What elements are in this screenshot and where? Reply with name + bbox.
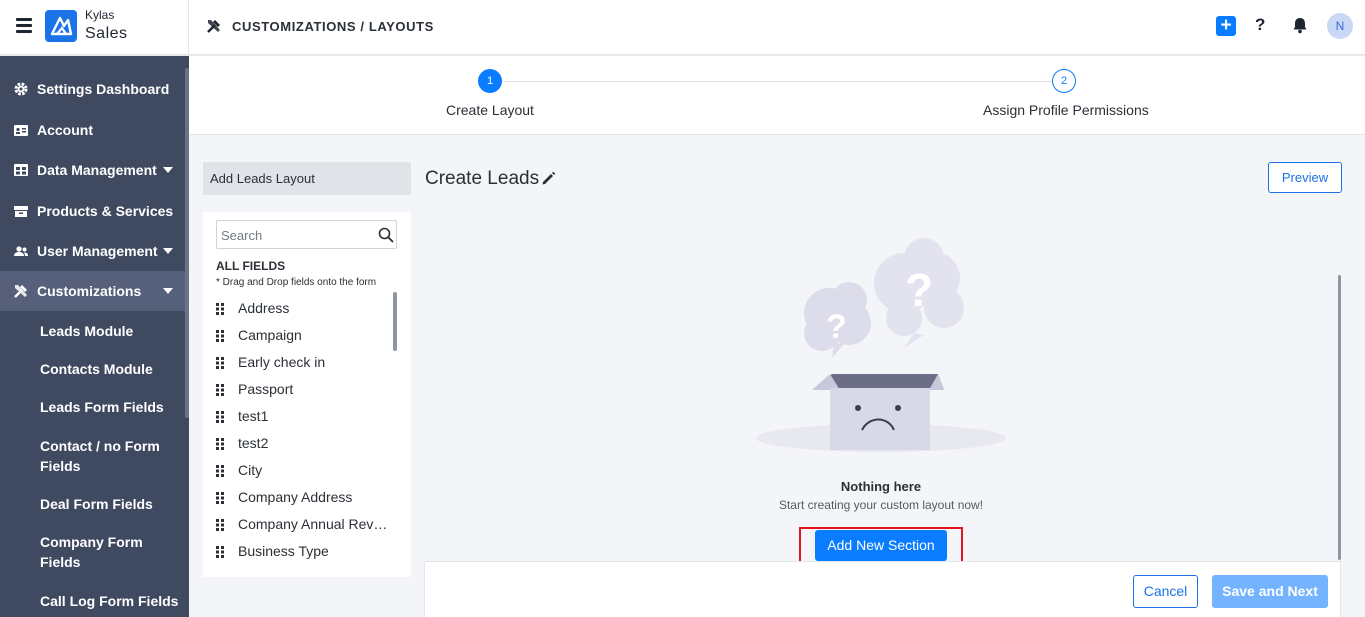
search-input[interactable] (221, 226, 371, 244)
help-icon[interactable]: ? (1255, 15, 1265, 35)
sidebar-item-label: Data Management (37, 162, 157, 178)
drag-handle-icon[interactable] (216, 491, 225, 504)
kylas-logo[interactable] (45, 10, 77, 42)
tools-icon (13, 283, 29, 299)
field-item-company-annual-revenue[interactable]: Company Annual Reve... (215, 516, 390, 538)
field-item-company-address[interactable]: Company Address (215, 489, 390, 511)
pencil-edit-icon[interactable] (541, 171, 556, 186)
add-new-section-button[interactable]: Add New Section (815, 530, 947, 561)
users-icon (13, 243, 29, 259)
field-item-early-check-in[interactable]: Early check in (215, 354, 390, 376)
form-footer: Cancel Save and Next (424, 561, 1341, 617)
field-item-business-type[interactable]: Business Type (215, 543, 390, 565)
brand-name: Kylas (85, 8, 115, 22)
svg-text:?: ? (826, 308, 847, 346)
top-bar: Kylas Sales CUSTOMIZATIONS / LAYOUTS + ?… (0, 0, 1365, 55)
field-item-campaign[interactable]: Campaign (215, 327, 390, 349)
field-label: Company Annual Reve... (238, 516, 388, 532)
sidebar-subitem-contacts-module[interactable]: Contacts Module (40, 359, 180, 379)
sidebar-subitem-contact-form-fields[interactable]: Contact / no Form Fields (40, 436, 180, 476)
avatar[interactable]: N (1327, 13, 1353, 39)
brand-product: Sales (85, 25, 128, 42)
empty-box-illustration: ? ? (754, 238, 1009, 453)
bell-icon[interactable] (1292, 17, 1308, 34)
tools-icon (206, 18, 222, 34)
drag-drop-hint: * Drag and Drop fields onto the form (216, 277, 377, 288)
drag-handle-icon[interactable] (216, 545, 225, 558)
field-label: Early check in (238, 354, 326, 370)
chevron-down-icon (163, 288, 173, 294)
field-label: Address (238, 300, 290, 316)
field-label: test2 (238, 435, 269, 451)
field-label: Business Type (238, 543, 329, 559)
fields-scrollbar[interactable] (393, 292, 397, 351)
sidebar-subitem-leads-form-fields[interactable]: Leads Form Fields (40, 397, 180, 417)
all-fields-heading: ALL FIELDS (216, 259, 286, 273)
step-2-indicator[interactable]: 2 (1052, 69, 1076, 93)
drag-handle-icon[interactable] (216, 383, 225, 396)
gear-icon (13, 81, 29, 97)
step-1-label: Create Layout (446, 102, 534, 118)
drag-handle-icon[interactable] (216, 356, 225, 369)
field-label: Campaign (238, 327, 302, 343)
sidebar: Settings Dashboard Account Data Manageme… (0, 56, 189, 617)
cancel-button[interactable]: Cancel (1133, 575, 1198, 608)
layout-stepper: 1 Create Layout 2 Assign Profile Permiss… (189, 56, 1365, 135)
main-scrollbar[interactable] (1338, 275, 1341, 560)
sidebar-item-user-management[interactable]: User Management (0, 231, 185, 271)
preview-button[interactable]: Preview (1268, 162, 1342, 193)
stepper-connector (502, 81, 1052, 82)
field-search (216, 220, 397, 249)
drag-handle-icon[interactable] (216, 518, 225, 531)
step-2-label: Assign Profile Permissions (983, 102, 1149, 118)
field-item-address[interactable]: Address (215, 300, 390, 322)
search-icon[interactable] (378, 227, 394, 243)
sidebar-item-label: Settings Dashboard (37, 81, 170, 97)
box-icon (13, 203, 29, 219)
sidebar-item-data-management[interactable]: Data Management (0, 150, 185, 190)
field-label: test1 (238, 408, 269, 424)
id-card-icon (13, 122, 29, 138)
table-icon (13, 162, 29, 178)
drag-handle-icon[interactable] (216, 410, 225, 423)
field-label: Passport (238, 381, 294, 397)
add-plus-button[interactable]: + (1216, 16, 1236, 36)
layout-name-label: Add Leads Layout (203, 162, 411, 195)
empty-state-title: Nothing here (840, 479, 922, 494)
svg-text:?: ? (905, 264, 933, 316)
sidebar-item-settings-dashboard[interactable]: Settings Dashboard (0, 69, 185, 109)
sidebar-subitem-deal-form-fields[interactable]: Deal Form Fields (40, 494, 180, 514)
hamburger-menu-icon[interactable] (16, 18, 32, 33)
chevron-down-icon (163, 167, 173, 173)
field-label: City (238, 462, 263, 478)
drag-handle-icon[interactable] (216, 329, 225, 342)
drag-handle-icon[interactable] (216, 302, 225, 315)
field-item-test1[interactable]: test1 (215, 408, 390, 430)
sidebar-item-label: Customizations (37, 283, 142, 299)
sidebar-item-account[interactable]: Account (0, 110, 185, 150)
sidebar-subitem-call-log-form-fields[interactable]: Call Log Form Fields (40, 591, 180, 611)
sidebar-item-label: Products & Services (37, 203, 174, 219)
sidebar-subitem-leads-module[interactable]: Leads Module (40, 321, 180, 341)
fields-panel: ALL FIELDS * Drag and Drop fields onto t… (203, 212, 411, 577)
field-item-passport[interactable]: Passport (215, 381, 390, 403)
drag-handle-icon[interactable] (216, 437, 225, 450)
chevron-down-icon (163, 248, 173, 254)
field-item-city[interactable]: City (215, 462, 390, 484)
save-and-next-button[interactable]: Save and Next (1212, 575, 1328, 608)
sidebar-subitem-company-form-fields[interactable]: Company Form Fields (40, 532, 180, 572)
header-divider (188, 0, 189, 55)
form-title: Create Leads (425, 168, 540, 189)
field-label: Company Address (238, 489, 353, 505)
field-item-test2[interactable]: test2 (215, 435, 390, 457)
breadcrumb: CUSTOMIZATIONS / LAYOUTS (232, 19, 434, 34)
step-1-indicator[interactable]: 1 (478, 69, 502, 93)
sidebar-item-customizations[interactable]: Customizations (0, 271, 185, 311)
sidebar-item-label: Account (37, 122, 93, 138)
sidebar-item-products-services[interactable]: Products & Services (0, 191, 185, 231)
sidebar-item-label: User Management (37, 243, 158, 259)
drag-handle-icon[interactable] (216, 464, 225, 477)
empty-state-subtitle: Start creating your custom layout now! (778, 498, 984, 512)
